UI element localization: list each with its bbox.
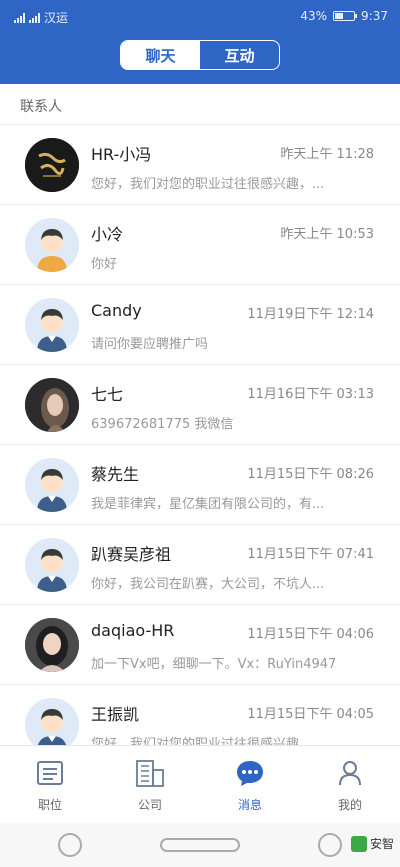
- contact-row[interactable]: 小冷 昨天上午 10:53 你好: [0, 205, 400, 285]
- nav-mine[interactable]: 我的: [300, 746, 400, 823]
- calligraphy-logo-icon: [25, 138, 79, 192]
- contact-time: 11月15日下午 04:05: [247, 707, 374, 722]
- contact-time: 11月15日下午 07:41: [247, 547, 374, 562]
- home-pill-icon[interactable]: [160, 838, 240, 852]
- contacts-section-label: 联系人: [20, 99, 62, 115]
- job-list-icon: [37, 761, 63, 785]
- clock: 9:37: [361, 9, 388, 23]
- photo-avatar-icon: [25, 618, 79, 672]
- contact-time: 11月15日下午 04:06: [247, 627, 374, 642]
- contact-last-message: 加一下Vx吧，细聊一下。Vx：RuYin4947: [91, 657, 337, 672]
- chat-tab-switcher: 聊天 互动: [120, 40, 280, 70]
- default-avatar-icon: [25, 458, 79, 512]
- watermark: 安智: [350, 835, 394, 852]
- signal-icon-2: [29, 12, 40, 23]
- contact-row[interactable]: 七七 11月16日下午 03:13 639672681775 我微信: [0, 365, 400, 445]
- system-nav-bar: 安智: [0, 823, 400, 867]
- contact-last-message: 您好，我们对您的职业过往很感兴趣，...: [91, 177, 325, 192]
- nav-company[interactable]: 公司: [100, 746, 200, 823]
- contact-last-message: 我是菲律宾，星亿集团有限公司的，有...: [91, 497, 325, 512]
- person-icon: [339, 761, 361, 786]
- tab-interaction[interactable]: 互动: [200, 41, 279, 69]
- contact-row[interactable]: 趴赛吴彦祖 11月15日下午 07:41 你好，我公司在趴赛，大公司，不坑人..…: [0, 525, 400, 605]
- contact-row[interactable]: Candy 11月19日下午 12:14 请问你要应聘推广吗: [0, 285, 400, 365]
- status-right: 43% 9:37: [300, 9, 388, 23]
- chat-bubble-icon: [237, 761, 263, 786]
- nav-jobs[interactable]: 职位: [0, 746, 100, 823]
- signal-group: 汉运: [14, 9, 68, 26]
- contact-list: HR-小冯 昨天上午 11:28 您好，我们对您的职业过往很感兴趣，... 小冷…: [0, 125, 400, 745]
- contact-name: daqiao-HR: [91, 621, 175, 640]
- contact-last-message: 你好，我公司在趴赛，大公司，不坑人...: [91, 577, 325, 592]
- contact-name: 小冷: [91, 225, 124, 244]
- photo-avatar: [25, 618, 79, 672]
- watermark-logo-icon: [350, 835, 367, 852]
- contact-row[interactable]: 王振凯 11月15日下午 04:05 您好，我们对您的职业过往很感兴趣: [0, 685, 400, 745]
- nav-label: 公司: [137, 798, 162, 812]
- contact-row[interactable]: HR-小冯 昨天上午 11:28 您好，我们对您的职业过往很感兴趣，...: [0, 125, 400, 205]
- default-avatar-icon: [25, 218, 79, 272]
- contact-row[interactable]: 蔡先生 11月15日下午 08:26 我是菲律宾，星亿集团有限公司的，有...: [0, 445, 400, 525]
- watermark-text: 安智: [369, 837, 394, 851]
- carrier-label: 汉运: [44, 11, 69, 25]
- contact-time: 11月15日下午 08:26: [247, 467, 374, 482]
- logo-avatar: [25, 138, 79, 192]
- default-avatar-icon: [25, 298, 79, 352]
- contact-time: 昨天上午 10:53: [280, 227, 374, 242]
- default-avatar-icon: [25, 698, 79, 745]
- default-boy-avatar: [25, 218, 79, 272]
- default-avatar: [25, 458, 79, 512]
- contact-last-message: 您好，我们对您的职业过往很感兴趣: [91, 737, 300, 745]
- tab-chat[interactable]: 聊天: [121, 41, 200, 69]
- contact-name: HR-小冯: [91, 145, 152, 164]
- app-header: 汉运 43% 9:37 聊天 互动: [0, 0, 400, 84]
- contact-name: 王振凯: [91, 705, 140, 724]
- nav-label: 我的: [337, 798, 362, 812]
- contact-name: Candy: [91, 301, 142, 320]
- contact-time: 11月19日下午 12:14: [247, 307, 374, 322]
- photo-avatar-icon: [25, 378, 79, 432]
- contact-last-message: 639672681775 我微信: [91, 417, 234, 432]
- building-icon: [136, 760, 164, 787]
- back-icon[interactable]: [318, 833, 342, 857]
- nav-label: 消息: [237, 798, 262, 812]
- contact-last-message: 请问你要应聘推广吗: [91, 337, 209, 352]
- contact-name: 七七: [91, 385, 124, 404]
- battery-icon: [333, 11, 358, 21]
- default-avatar: [25, 538, 79, 592]
- contact-time: 11月16日下午 03:13: [247, 387, 374, 402]
- nav-label: 职位: [37, 798, 62, 812]
- recent-apps-icon[interactable]: [58, 833, 82, 857]
- signal-icon: [14, 12, 25, 23]
- battery-percent: 43%: [300, 9, 328, 23]
- contact-name: 趴赛吴彦祖: [91, 545, 172, 564]
- contact-row[interactable]: daqiao-HR 11月15日下午 04:06 加一下Vx吧，细聊一下。Vx：…: [0, 605, 400, 685]
- contact-time: 昨天上午 11:28: [280, 147, 374, 162]
- default-avatar: [25, 698, 79, 745]
- photo-avatar: [25, 378, 79, 432]
- contact-last-message: 你好: [91, 257, 118, 272]
- default-avatar-icon: [25, 538, 79, 592]
- default-avatar: [25, 298, 79, 352]
- nav-messages[interactable]: 消息: [200, 746, 300, 823]
- bottom-tab-bar: 职位 公司 消息 我的: [0, 745, 400, 823]
- contact-name: 蔡先生: [91, 465, 140, 484]
- status-bar: 汉运 43% 9:37: [0, 0, 400, 32]
